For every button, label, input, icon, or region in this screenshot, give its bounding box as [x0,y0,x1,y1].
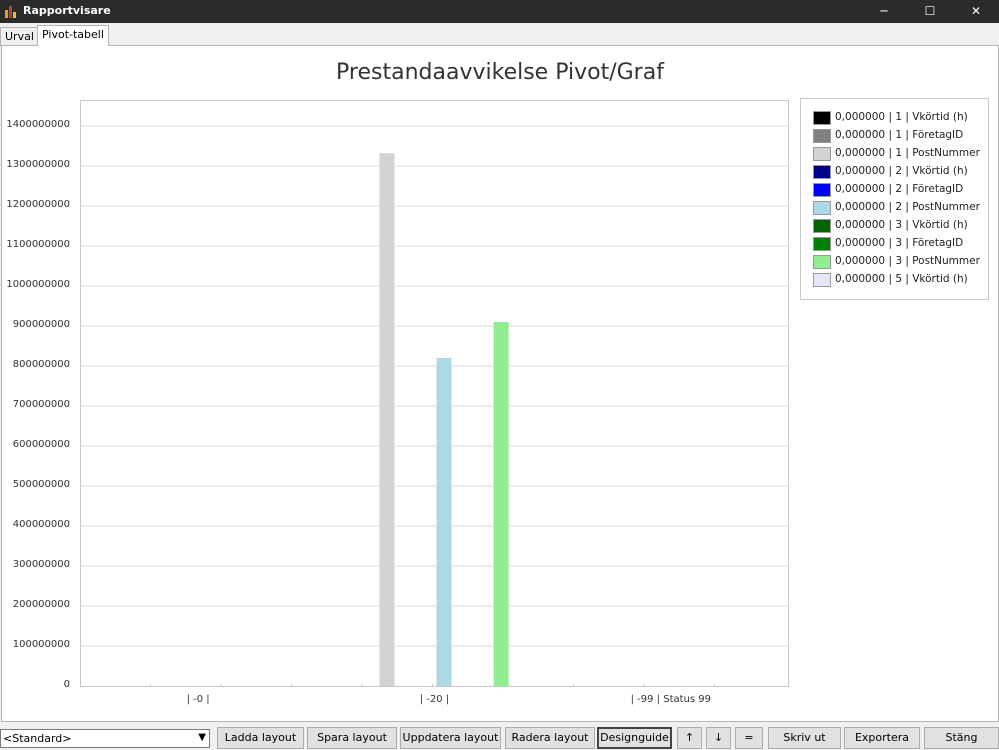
y-tick-label: 200000000 [12,599,70,610]
y-tick-label: 1000000000 [6,279,70,290]
legend-label: 0,000000 | 1 | FöretagID [835,129,964,141]
plot-frame [80,100,789,687]
legend-swatch [813,165,831,179]
bar [436,358,452,686]
x-tick-label: | -99 | Status 99 [630,694,712,705]
y-tick-label: 600000000 [12,439,70,450]
tab-strip: Urval Pivot-tabell [0,23,999,46]
update-layout-button[interactable]: Uppdatera layout [400,727,501,749]
save-layout-button[interactable]: Spara layout [307,727,397,749]
legend-swatch [813,237,831,251]
legend-label: 0,000000 | 2 | FöretagID [835,183,964,195]
y-tick-label: 800000000 [12,359,70,370]
close-button[interactable]: Stäng [924,727,999,749]
y-tick-label: 1100000000 [6,239,70,250]
bar-chart-plot [80,100,789,687]
legend-label: 0,000000 | 2 | Vkörtid (h) [835,165,968,177]
chevron-down-icon: ▼ [198,732,206,743]
load-layout-button[interactable]: Ladda layout [217,727,304,749]
legend-label: 0,000000 | 2 | PostNummer [835,201,980,213]
legend-swatch [813,183,831,197]
close-window-button[interactable]: ✕ [953,0,999,23]
x-tick-label: | -0 | [186,694,210,705]
legend-label: 0,000000 | 1 | PostNummer [835,147,980,159]
minimize-button[interactable]: ─ [861,0,907,23]
legend-swatch [813,201,831,215]
legend-swatch [813,273,831,287]
legend-label: 0,000000 | 3 | PostNummer [835,255,980,267]
bar [493,322,509,686]
y-tick-label: 100000000 [12,639,70,650]
y-tick-label: 400000000 [12,519,70,530]
chart-legend: 0,000000 | 1 | Vkörtid (h) 0,000000 | 1 |… [800,98,989,300]
legend-swatch [813,255,831,269]
app-icon [5,6,16,18]
legend-swatch [813,111,831,125]
legend-label: 0,000000 | 3 | FöretagID [835,237,964,249]
x-tick-label: | -20 | [419,694,450,705]
y-tick-label: 1400000000 [6,119,70,130]
y-tick-label: 300000000 [12,559,70,570]
legend-swatch [813,147,831,161]
legend-swatch [813,129,831,143]
y-tick-label: 0 [63,679,70,690]
bottom-toolbar: <Standard> ▼ Ladda layout Spara layout U… [0,722,999,750]
legend-swatch [813,219,831,233]
legend-label: 0,000000 | 5 | Vkörtid (h) [835,273,968,285]
legend-label: 0,000000 | 1 | Vkörtid (h) [835,111,968,123]
y-tick-label: 500000000 [12,479,70,490]
delete-layout-button[interactable]: Radera layout [505,727,595,749]
move-up-button[interactable]: ↑ [677,727,702,749]
maximize-button[interactable]: ☐ [907,0,953,23]
y-tick-label: 700000000 [12,399,70,410]
layout-select[interactable]: <Standard> ▼ [0,729,210,748]
y-tick-label: 900000000 [12,319,70,330]
designguide-button[interactable]: Designguide [597,727,672,749]
tab-pivot-tabell[interactable]: Pivot-tabell [37,25,109,46]
window-title: Rapportvisare [23,4,111,17]
title-bar: Rapportvisare ─ ☐ ✕ [0,0,999,23]
export-button[interactable]: Exportera [844,727,920,749]
move-down-button[interactable]: ↓ [706,727,731,749]
bar [379,153,395,686]
y-tick-label: 1300000000 [6,159,70,170]
legend-label: 0,000000 | 3 | Vkörtid (h) [835,219,968,231]
tab-urval[interactable]: Urval [0,27,39,46]
y-tick-label: 1200000000 [6,199,70,210]
equal-button[interactable]: = [735,727,763,749]
layout-select-value: <Standard> [3,732,72,745]
print-button[interactable]: Skriv ut [768,727,841,749]
chart-title: Prestandaavvikelse Pivot/Graf [336,60,664,85]
chart-panel: Prestandaavvikelse Pivot/Graf 0 100000000… [1,45,999,722]
